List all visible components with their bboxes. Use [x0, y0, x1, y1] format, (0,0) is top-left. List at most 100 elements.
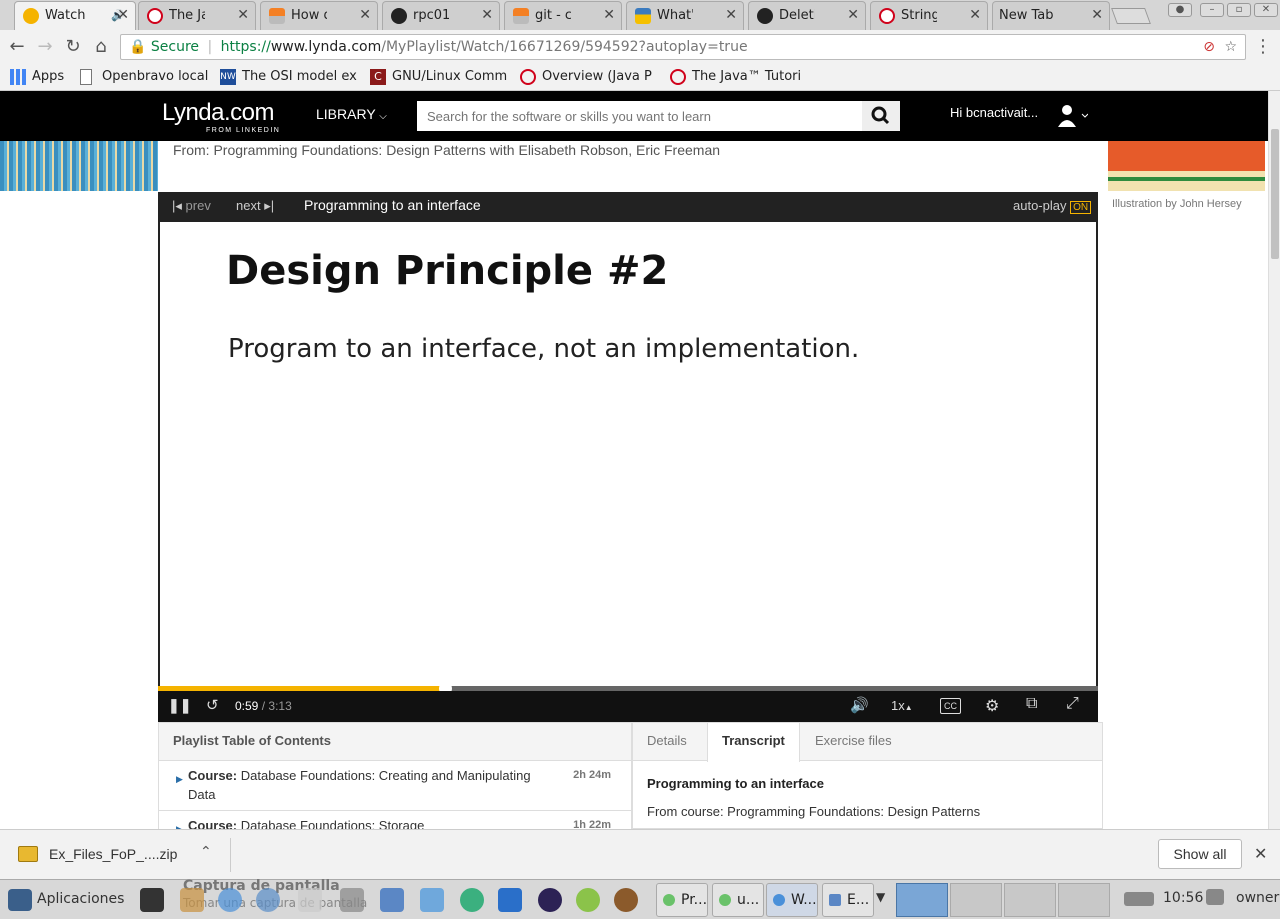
prev-button[interactable]: |◂ prev — [172, 198, 211, 214]
page-scrollbar[interactable] — [1268, 91, 1280, 829]
close-icon[interactable]: ✕ — [481, 2, 493, 29]
next-button[interactable]: next ▸| — [236, 198, 274, 214]
list-item[interactable]: ▶ Course: Database Foundations: Creating… — [159, 761, 631, 811]
profile-icon[interactable]: ● — [1168, 3, 1192, 17]
network-icon[interactable] — [1124, 892, 1154, 906]
vscode-icon[interactable] — [498, 888, 522, 912]
terminal-icon[interactable] — [140, 888, 164, 912]
library-menu[interactable]: LIBRARY ⌵ — [316, 106, 387, 122]
globe-icon[interactable] — [256, 888, 280, 912]
bookmark-label: GNU/Linux Comm — [392, 69, 508, 84]
chevron-down-icon[interactable]: ▼ — [876, 890, 885, 904]
tab-howdoi[interactable]: How do I ✕ — [260, 1, 378, 30]
slide-text: Program to an interface, not an implemen… — [228, 334, 860, 364]
tab-exercise-files[interactable]: Exercise files — [801, 723, 906, 761]
tab-java-1[interactable]: The Java ✕ — [138, 1, 256, 30]
close-icon[interactable]: ✕ — [969, 2, 981, 29]
c-icon: C — [370, 69, 386, 85]
popout-icon[interactable]: ⧉ — [1026, 695, 1037, 713]
close-icon[interactable]: ✕ — [603, 2, 615, 29]
tab-rpc01[interactable]: rpc01/20 ✕ — [382, 1, 500, 30]
tab-string[interactable]: String (Ja ✕ — [870, 1, 988, 30]
eclipse-icon[interactable] — [538, 888, 562, 912]
task-u[interactable]: u... — [712, 883, 764, 917]
chromium-icon[interactable] — [218, 888, 242, 912]
atom-icon[interactable] — [460, 888, 484, 912]
close-icon[interactable]: ✕ — [847, 2, 859, 29]
power-icon[interactable] — [1206, 889, 1224, 905]
gear-icon[interactable]: ⚙ — [985, 696, 999, 716]
close-icon[interactable]: ✕ — [725, 2, 737, 29]
home-icon[interactable]: ⌂ — [90, 36, 112, 58]
speed-button[interactable]: 1x▲ — [891, 698, 913, 713]
notes-icon[interactable] — [180, 888, 204, 912]
video-frame[interactable]: Design Principle #2 Program to an interf… — [160, 222, 1096, 688]
tab-transcript[interactable]: Transcript — [707, 723, 800, 762]
reload-icon[interactable]: ↻ — [62, 36, 84, 58]
close-icon[interactable]: ✕ — [1254, 844, 1267, 863]
bookmark-apps[interactable]: Apps — [10, 67, 70, 87]
task-label: Pr... — [681, 892, 708, 908]
bookmark-java-tutorial[interactable]: The Java™ Tutori — [670, 67, 808, 87]
back-icon[interactable]: ← — [6, 36, 28, 58]
bookmark-label: Openbravo local — [102, 69, 209, 84]
search-files-icon[interactable] — [298, 888, 322, 912]
clock[interactable]: 10:56 — [1163, 890, 1203, 906]
bookmark-gnulinux[interactable]: C GNU/Linux Comm — [370, 67, 508, 87]
tab-whats[interactable]: What's th ✕ — [626, 1, 744, 30]
blocked-icon[interactable]: ⊘ — [1203, 35, 1215, 59]
new-tab-button[interactable] — [1111, 8, 1151, 24]
show-all-button[interactable]: Show all — [1158, 839, 1242, 869]
search-button[interactable] — [862, 101, 900, 131]
autoplay-toggle[interactable]: auto-play ON — [1013, 198, 1092, 214]
pause-icon[interactable]: ❚❚ — [168, 697, 191, 714]
tab-newtab[interactable]: New Tab ✕ — [992, 1, 1110, 30]
minimize-button[interactable]: – — [1200, 3, 1224, 17]
acorn-icon[interactable] — [614, 888, 638, 912]
bookmark-overview-java[interactable]: Overview (Java P — [520, 67, 658, 87]
user-greeting[interactable]: Hi bcnactivait... — [950, 105, 1038, 120]
secure-label: Secure — [150, 39, 200, 55]
workspace-1[interactable] — [896, 883, 948, 917]
chevron-down-icon: ⌵ — [379, 111, 387, 122]
rewind-10-icon[interactable]: ↺ — [206, 696, 219, 714]
bookmark-openbravo[interactable]: Openbravo local — [80, 67, 210, 87]
fullscreen-icon[interactable]: ⤢ — [1066, 695, 1079, 713]
tab-lynda[interactable]: Watchi 🔊 ✕ — [14, 1, 136, 30]
lynda-logo[interactable]: Lynda.com FROM LINKEDIN — [162, 99, 279, 134]
camera-icon[interactable] — [340, 888, 364, 912]
tab-git[interactable]: git - conn ✕ — [504, 1, 622, 30]
workspace-4[interactable] — [1058, 883, 1110, 917]
cc-button[interactable]: CC — [940, 698, 961, 714]
task-w[interactable]: W... — [766, 883, 818, 917]
task-pr[interactable]: Pr... — [656, 883, 708, 917]
android-studio-icon[interactable] — [576, 888, 600, 912]
chevron-up-icon[interactable]: ⌃ — [200, 844, 212, 860]
workspace-2[interactable] — [950, 883, 1002, 917]
expand-icon[interactable]: ▶ — [176, 770, 183, 789]
close-icon[interactable]: ✕ — [117, 2, 129, 29]
close-icon[interactable]: ✕ — [359, 2, 371, 29]
volume-icon[interactable]: 🔊 — [850, 696, 869, 714]
tab-deleting[interactable]: Deleting ✕ — [748, 1, 866, 30]
folder-icon[interactable] — [380, 888, 404, 912]
address-bar[interactable]: 🔒 Secure | https://www.lynda.com/MyPlayl… — [120, 34, 1246, 60]
forward-icon[interactable]: → — [34, 36, 56, 58]
tab-details[interactable]: Details — [633, 723, 701, 761]
download-filename[interactable]: Ex_Files_FoP_....zip — [49, 846, 177, 862]
close-icon[interactable]: ✕ — [1091, 2, 1103, 29]
close-window-button[interactable]: ✕ — [1254, 3, 1278, 17]
bookmark-osi[interactable]: NW The OSI model ex — [220, 67, 358, 87]
workspace-3[interactable] — [1004, 883, 1056, 917]
search-input[interactable] — [417, 101, 862, 131]
user-name[interactable]: owner — [1236, 890, 1279, 906]
task-e[interactable]: E... — [822, 883, 874, 917]
virtualbox-icon[interactable] — [420, 888, 444, 912]
star-icon[interactable]: ☆ — [1224, 35, 1237, 59]
scrollbar-thumb[interactable] — [1271, 129, 1279, 259]
maximize-button[interactable]: ▫ — [1227, 3, 1251, 17]
user-menu[interactable] — [1058, 103, 1089, 129]
applications-menu[interactable]: Aplicaciones — [37, 891, 124, 907]
close-icon[interactable]: ✕ — [237, 2, 249, 29]
menu-icon[interactable]: ⋮ — [1252, 36, 1274, 58]
